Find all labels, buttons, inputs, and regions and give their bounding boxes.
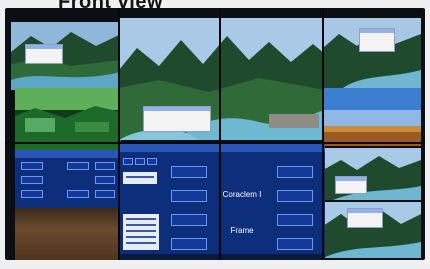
layout-button-3[interactable] xyxy=(171,214,207,226)
night-vision-image xyxy=(15,88,121,150)
sunset-image xyxy=(323,88,421,146)
app-panel-center: Coraclem I Frame xyxy=(119,144,325,260)
panel-center-landscape xyxy=(119,18,325,140)
layout-button-5[interactable] xyxy=(277,166,313,178)
grid-button-5[interactable] xyxy=(95,176,115,184)
popup-window-3 xyxy=(335,176,367,194)
layout-button-4[interactable] xyxy=(171,238,207,250)
layout-button-2[interactable] xyxy=(171,190,207,202)
bezel-seam-3 xyxy=(322,8,324,260)
panel-sunset xyxy=(323,88,421,146)
panel-top-left xyxy=(11,22,121,90)
toolbar-button-3[interactable] xyxy=(147,158,157,165)
grid-button-1[interactable] xyxy=(21,162,43,170)
info-dialog xyxy=(143,106,211,132)
taskbar xyxy=(119,254,325,260)
popup-window-2 xyxy=(359,28,395,52)
layout-button-8[interactable] xyxy=(277,238,313,250)
bezel-seam-1 xyxy=(118,8,120,260)
popup-window-4 xyxy=(347,208,383,228)
device-list[interactable] xyxy=(123,214,159,250)
layout-button-1[interactable] xyxy=(171,166,207,178)
panel-top-right xyxy=(323,18,421,88)
background-wall xyxy=(15,208,121,260)
toolbar-button-1[interactable] xyxy=(123,158,133,165)
grid-button-3[interactable] xyxy=(95,162,115,170)
camera-list[interactable] xyxy=(123,172,157,184)
toolbar-button-2[interactable] xyxy=(135,158,145,165)
layout-button-7[interactable] xyxy=(277,214,313,226)
panel-night-vision xyxy=(15,88,121,150)
bezel-seam-4 xyxy=(5,142,425,144)
app-panel-left xyxy=(15,150,121,208)
layout-button-6[interactable] xyxy=(277,190,313,202)
grid-button-6[interactable] xyxy=(21,190,43,198)
panel-right-middle xyxy=(323,148,421,200)
grid-button-8[interactable] xyxy=(95,190,115,198)
grid-button-2[interactable] xyxy=(67,162,89,170)
video-wall: Coraclem I Frame xyxy=(5,8,425,260)
popup-window xyxy=(25,44,63,64)
bezel-seam-2 xyxy=(219,8,221,260)
grid-button-4[interactable] xyxy=(21,176,43,184)
grid-button-7[interactable] xyxy=(67,190,89,198)
panel-right-bottom xyxy=(323,202,421,258)
